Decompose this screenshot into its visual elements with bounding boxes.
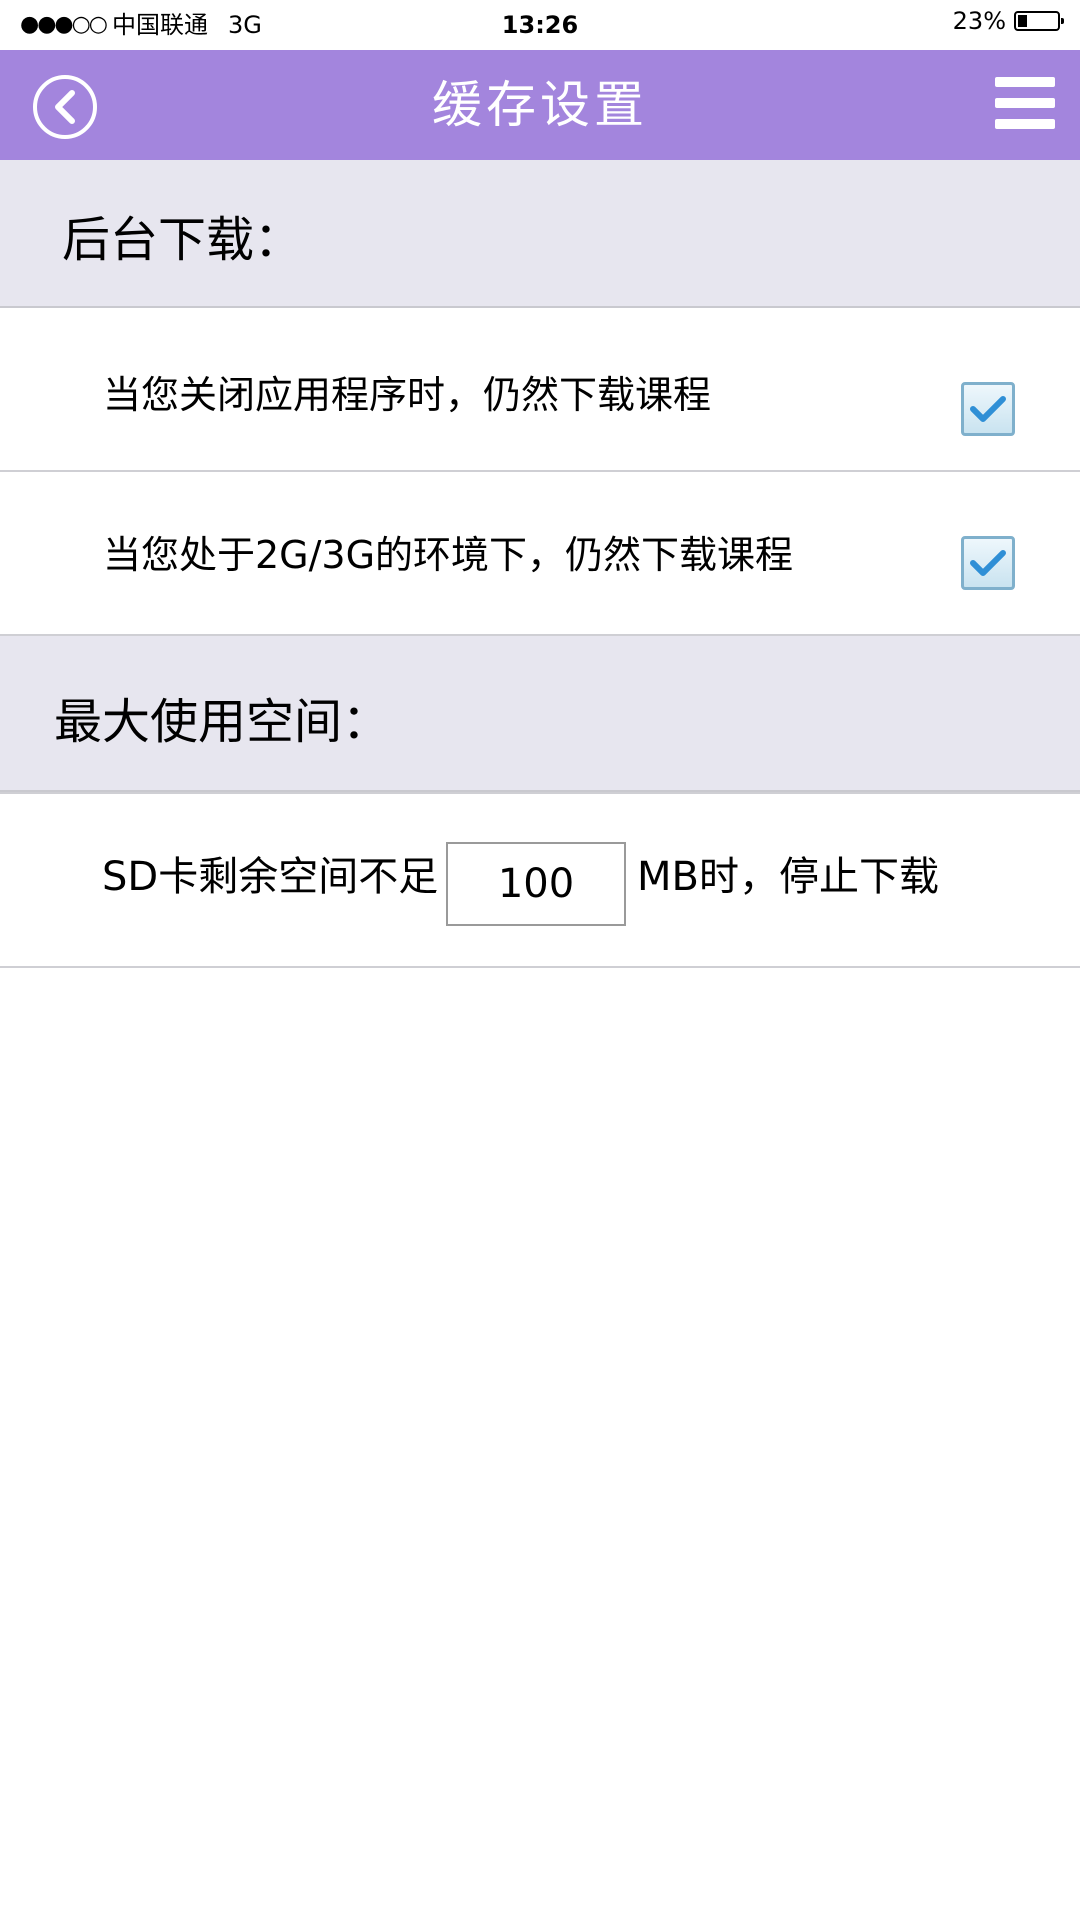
option-label: 当您处于2G/3G的环境下，仍然下载课程 [103, 533, 794, 577]
battery-percent: 23% [952, 7, 1006, 35]
sd-space-suffix: MB时，停止下载 [637, 854, 939, 900]
checkmark-icon [970, 396, 1006, 422]
sd-space-prefix: SD卡剩余空间不足 [102, 854, 439, 900]
space-limit-input[interactable] [446, 842, 626, 926]
option-row-close-app[interactable]: 当您关闭应用程序时，仍然下载课程 [0, 308, 1080, 472]
battery-fill [1018, 15, 1027, 27]
section-title: 最大使用空间： [54, 694, 391, 750]
sd-space-row: SD卡剩余空间不足 MB时，停止下载 [0, 792, 1080, 968]
menu-line [995, 77, 1055, 87]
battery-icon [1014, 11, 1064, 31]
status-right: 23% [952, 6, 1064, 36]
menu-button[interactable] [995, 77, 1055, 129]
option-row-2g3g[interactable]: 当您处于2G/3G的环境下，仍然下载课程 [0, 472, 1080, 636]
chevron-left-icon [55, 90, 75, 124]
nav-bar: 缓存设置 [0, 50, 1080, 160]
section-title: 后台下载： [62, 212, 303, 268]
back-button[interactable] [33, 75, 97, 139]
close-app-download-checkbox[interactable] [961, 382, 1015, 436]
page-title: 缓存设置 [432, 76, 648, 134]
menu-line [995, 98, 1055, 108]
checkmark-icon [970, 550, 1006, 576]
menu-line [995, 119, 1055, 129]
mobile-network-download-checkbox[interactable] [961, 536, 1015, 590]
status-bar: ●●●○○ 中国联通 3G 13:26 23% [0, 0, 1080, 50]
section-header-max-space: 最大使用空间： [0, 636, 1080, 792]
section-header-background-download: 后台下载： [0, 160, 1080, 308]
status-time: 13:26 [501, 11, 579, 39]
option-label: 当您关闭应用程序时，仍然下载课程 [103, 373, 712, 417]
